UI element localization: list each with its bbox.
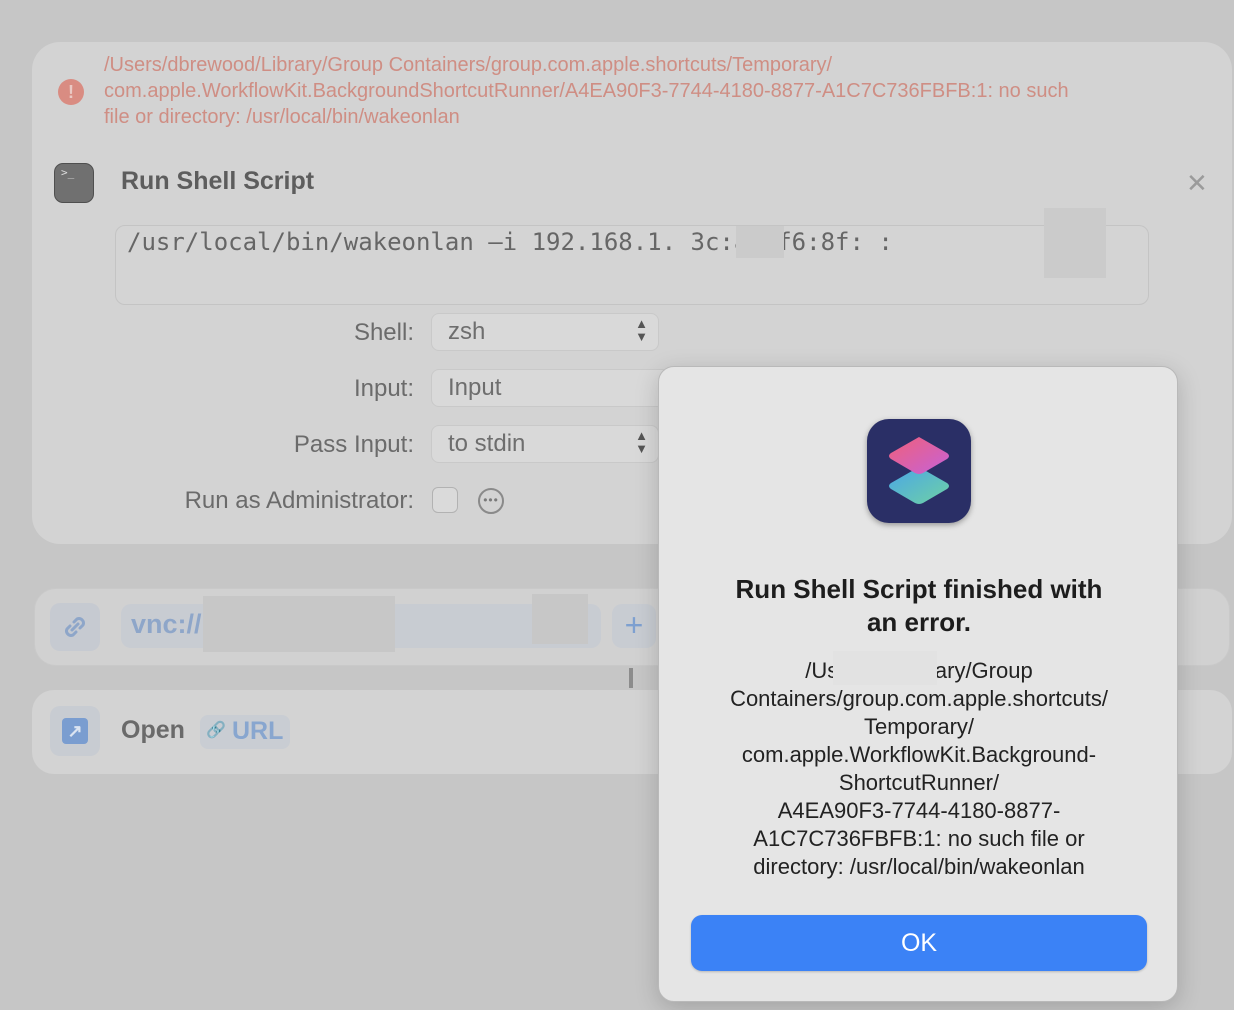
connector-bar xyxy=(629,668,633,688)
pass-input-select[interactable]: to stdin ▲ ▼ xyxy=(431,425,659,463)
dialog-message-line: com.apple.WorkflowKit.Background- xyxy=(741,742,1097,767)
ok-button[interactable]: OK xyxy=(691,915,1147,971)
pass-input-value: to stdin xyxy=(448,430,526,457)
input-label: Input: xyxy=(353,375,414,402)
error-line-3: file or directory: /usr/local/bin/wakeon… xyxy=(104,106,460,128)
redaction-block xyxy=(532,594,588,644)
shell-select[interactable]: zsh ▲ ▼ xyxy=(431,313,659,351)
url-token-label: URL xyxy=(232,717,284,745)
exclamation-circle-icon: ! xyxy=(58,79,84,105)
error-line-1: /Users/dbrewood/Library/Group Containers… xyxy=(104,54,833,76)
dialog-title-line: an error. xyxy=(866,607,972,637)
open-action-label: Open xyxy=(121,716,185,744)
add-variable-button[interactable]: + xyxy=(612,604,656,648)
dialog-title: Run Shell Script finished with an error. xyxy=(659,573,1179,639)
chevron-updown-icon: ▲ ▼ xyxy=(635,316,648,344)
close-icon[interactable]: ✕ xyxy=(1186,168,1208,199)
redaction-block xyxy=(1044,208,1106,278)
dialog-message: /Users/c /Library/Group Containers/group… xyxy=(699,657,1139,881)
link-icon xyxy=(50,603,100,651)
terminal-icon: >_ xyxy=(54,163,94,203)
input-select[interactable]: Input xyxy=(431,369,671,407)
more-options-icon[interactable]: ••• xyxy=(478,488,504,514)
pass-input-label: Pass Input: xyxy=(293,431,414,458)
link-icon: 🔗 xyxy=(206,722,226,739)
redaction-block xyxy=(833,651,937,685)
shortcuts-app-icon xyxy=(867,419,971,523)
action-title: Run Shell Script xyxy=(121,167,315,195)
dialog-message-line: ShortcutRunner/ xyxy=(838,770,1000,795)
redaction-block xyxy=(203,596,395,652)
dialog-message-line: Containers/group.com.apple.shortcuts/ xyxy=(730,686,1108,711)
arrow-up-right-icon: ↗ xyxy=(50,706,100,756)
chevron-updown-icon: ▲ ▼ xyxy=(635,428,648,456)
input-value: Input xyxy=(448,374,502,401)
shell-value: zsh xyxy=(448,318,486,345)
shell-label: Shell: xyxy=(353,319,414,346)
admin-label: Run as Administrator: xyxy=(184,487,414,514)
dialog-message-line: Temporary/ xyxy=(863,714,975,739)
error-line-2: com.apple.WorkflowKit.BackgroundShortcut… xyxy=(104,80,1069,102)
error-dialog: Run Shell Script finished with an error.… xyxy=(658,366,1178,1002)
admin-checkbox[interactable] xyxy=(432,487,458,513)
redaction-block xyxy=(736,226,784,258)
url-variable-token[interactable]: 🔗 URL xyxy=(200,715,290,749)
dialog-message-line: A4EA90F3-7744-4180-8877- xyxy=(777,798,1061,823)
dialog-title-line: Run Shell Script finished with xyxy=(735,574,1103,604)
dialog-message-line: directory: /usr/local/bin/wakeonlan xyxy=(753,854,1085,879)
dialog-message-line: A1C7C736FBFB:1: no such file or xyxy=(753,826,1085,851)
